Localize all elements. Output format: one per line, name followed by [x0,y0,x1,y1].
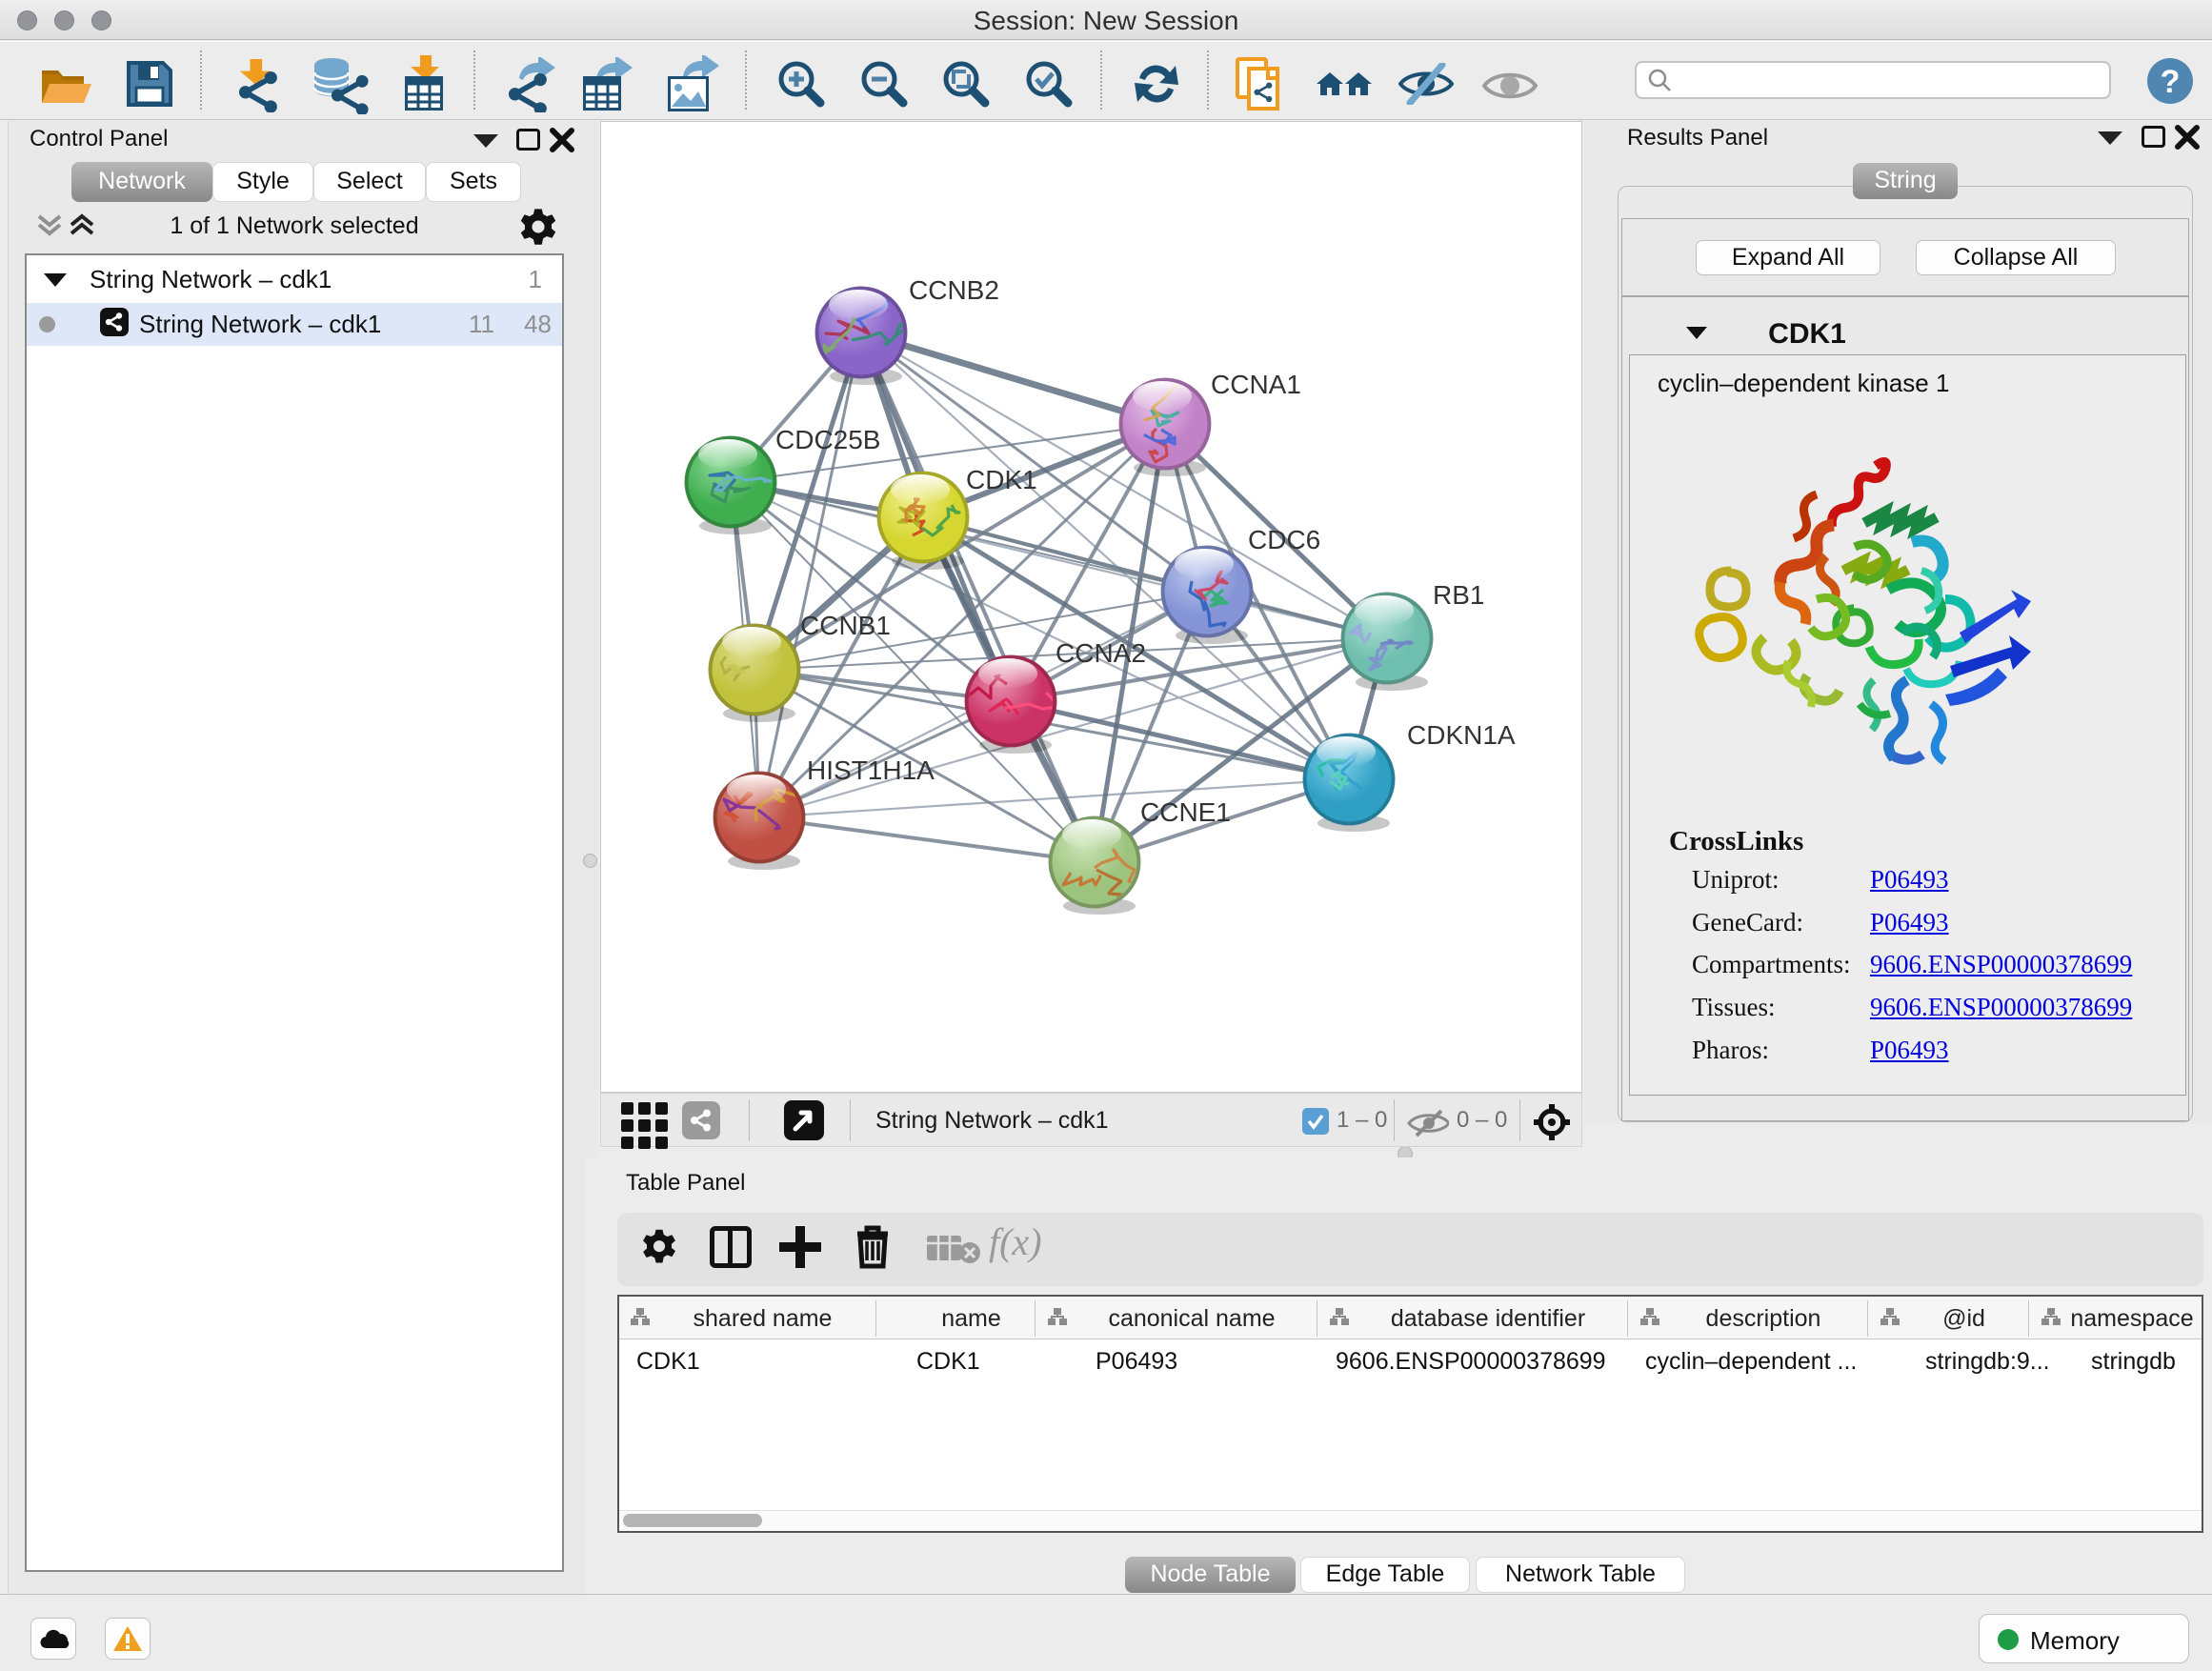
svg-text:CDK1: CDK1 [966,465,1037,494]
svg-text:CCNB2: CCNB2 [909,275,999,305]
svg-text:CCNA1: CCNA1 [1211,370,1301,399]
svg-text:CCNA2: CCNA2 [1056,638,1146,668]
svg-text:HIST1H1A: HIST1H1A [807,755,935,785]
svg-text:CDC6: CDC6 [1248,525,1320,554]
svg-text:CCNE1: CCNE1 [1140,797,1231,827]
svg-text:CCNB1: CCNB1 [800,611,891,640]
svg-text:RB1: RB1 [1433,580,1484,610]
svg-text:CDKN1A: CDKN1A [1407,720,1516,750]
svg-text:CDC25B: CDC25B [775,425,880,454]
svg-text:?: ? [2161,64,2181,100]
